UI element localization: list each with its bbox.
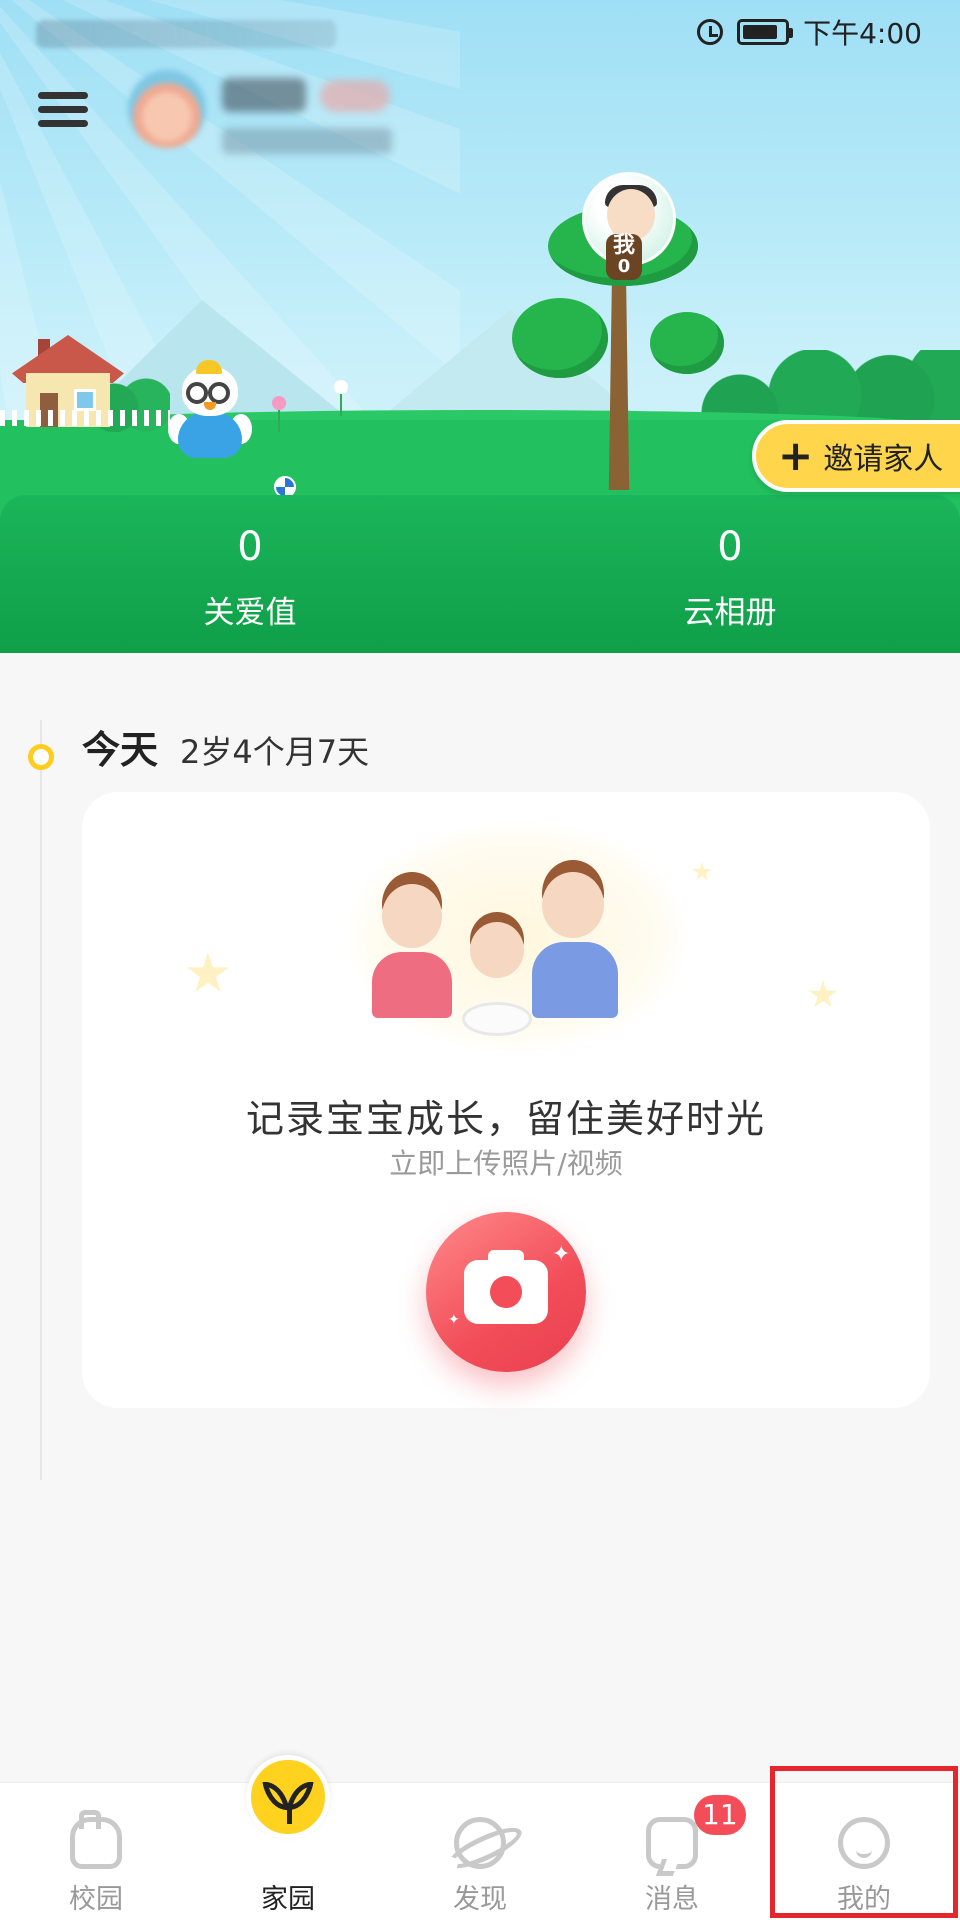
nav-label: 校园 xyxy=(69,1884,123,1915)
nav-label: 发现 xyxy=(453,1884,507,1915)
owl-mascot[interactable] xyxy=(168,360,252,470)
star-decoration xyxy=(808,980,838,1008)
stat-cloud-album[interactable]: 0 云相册 xyxy=(610,520,850,638)
stat-value: 0 xyxy=(717,524,743,570)
timeline-dot xyxy=(28,744,54,770)
flower-icon xyxy=(334,380,348,416)
stat-label: 云相册 xyxy=(683,595,777,631)
fence xyxy=(0,410,170,426)
stat-label: 关爱值 xyxy=(203,595,297,631)
menu-icon[interactable] xyxy=(38,84,88,134)
record-growth-card: 记录宝宝成长，留住美好时光 立即上传照片/视频 ✦ ✦ xyxy=(82,792,930,1408)
nav-label: 消息 xyxy=(645,1884,699,1915)
tree-foliage xyxy=(512,298,608,378)
alarm-icon xyxy=(697,19,724,45)
child-age: 2岁4个月7天 xyxy=(180,733,370,771)
star-decoration xyxy=(692,862,712,881)
card-subtitle[interactable]: 立即上传照片/视频 xyxy=(82,1142,930,1182)
hero-scene: 我 0 0 关爱值 0 云相册 + 邀请家人 下午4:00 xyxy=(0,0,960,653)
father-figure xyxy=(542,872,604,938)
father-body xyxy=(532,942,618,1018)
mother-body xyxy=(372,952,452,1018)
unread-badge: 11 xyxy=(694,1795,746,1835)
camera-icon xyxy=(464,1250,548,1324)
tree-tag: 我 0 xyxy=(606,234,642,280)
upload-camera-button[interactable]: ✦ ✦ xyxy=(426,1212,586,1372)
card-title: 记录宝宝成长，留住美好时光 xyxy=(245,1097,766,1141)
plus-icon: + xyxy=(778,431,814,480)
flower-icon xyxy=(272,396,286,432)
child-figure xyxy=(470,922,524,978)
highlight-box xyxy=(770,1766,958,1918)
tree-foliage xyxy=(650,312,724,374)
battery-icon xyxy=(737,19,794,45)
tree-tag-label: 我 xyxy=(612,233,635,258)
today-label: 今天 xyxy=(82,728,159,772)
tree-tag-count: 0 xyxy=(617,256,631,277)
nav-label: 家园 xyxy=(261,1884,315,1915)
status-bar: 下午4:00 xyxy=(0,0,960,64)
profile-name-blurred[interactable] xyxy=(222,78,306,112)
timeline-line xyxy=(40,720,42,1480)
profile-subtitle-blurred xyxy=(222,128,392,154)
status-right: 下午4:00 xyxy=(697,14,922,50)
sparkle-icon: ✦ xyxy=(448,1312,460,1328)
status-left-blurred xyxy=(36,20,336,48)
status-time: 下午4:00 xyxy=(803,17,922,50)
nav-item-school[interactable]: 校园 xyxy=(0,1783,192,1920)
nav-item-home[interactable]: 家园 xyxy=(192,1755,384,1920)
sprout-icon xyxy=(246,1755,330,1839)
invite-family-button[interactable]: + 邀请家人 xyxy=(752,420,960,492)
sparkle-icon: ✦ xyxy=(552,1242,571,1267)
mother-figure xyxy=(382,884,442,948)
cake-icon xyxy=(462,1002,532,1036)
planet-icon xyxy=(454,1817,506,1869)
invite-label: 邀请家人 xyxy=(823,442,944,477)
message-icon xyxy=(646,1817,698,1869)
school-icon xyxy=(70,1810,122,1869)
star-decoration xyxy=(186,952,230,993)
stat-value: 0 xyxy=(237,524,263,570)
avatar[interactable] xyxy=(128,70,206,148)
stat-care-value[interactable]: 0 关爱值 xyxy=(130,520,370,638)
profile-badge-blurred xyxy=(320,80,390,112)
nav-item-discover[interactable]: 发现 xyxy=(384,1783,576,1920)
